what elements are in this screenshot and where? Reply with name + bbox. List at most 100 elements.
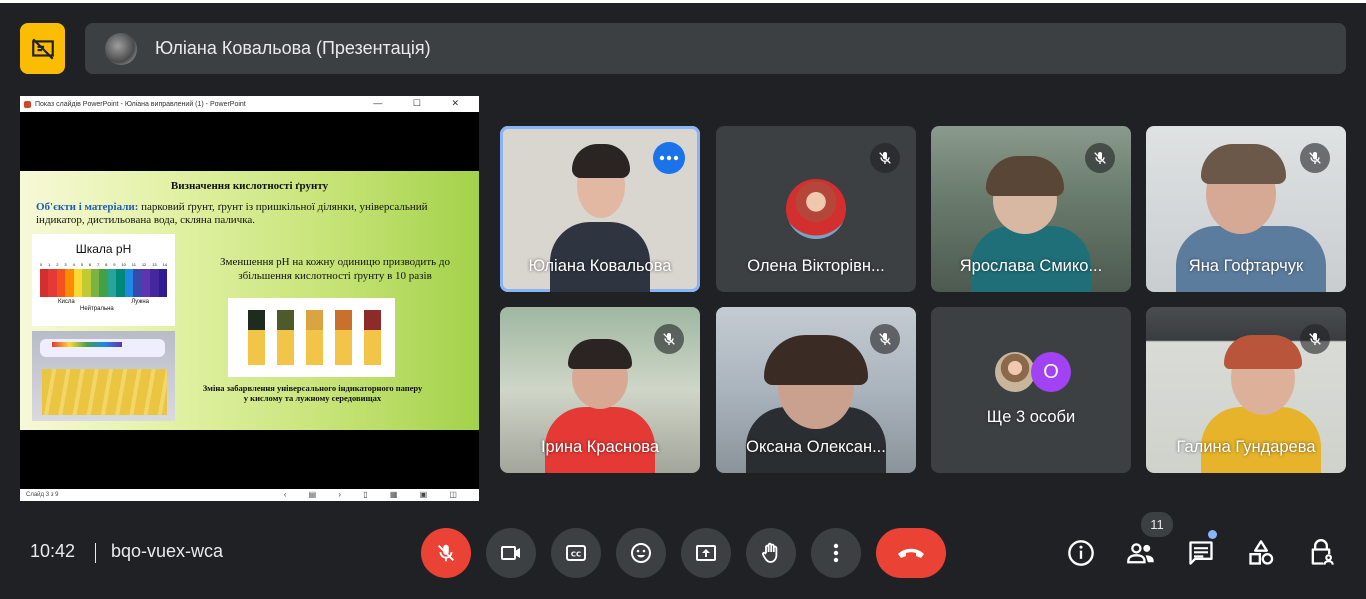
ph-number: 1	[48, 262, 51, 267]
ph-color-cell	[82, 269, 91, 297]
indicator-strip	[364, 310, 381, 365]
muted-indicator	[1300, 143, 1330, 173]
mic-off-icon	[879, 152, 891, 164]
chat-button[interactable]	[1183, 535, 1219, 571]
leave-call-button[interactable]	[876, 528, 946, 578]
ph-number: 4	[72, 262, 75, 267]
ph-color-cell	[48, 269, 57, 297]
meeting-code: bqo-vuex-wca	[111, 541, 224, 561]
meeting-details-button[interactable]	[1063, 535, 1099, 571]
ph-color-cell	[107, 269, 117, 297]
videocam-icon	[501, 546, 520, 560]
mic-off-icon	[879, 333, 891, 345]
indicator-strip	[277, 310, 294, 365]
ph-number: 0	[40, 262, 43, 267]
ph-number: 13	[152, 262, 157, 267]
more-options-button[interactable]	[653, 142, 685, 174]
paper-strips	[42, 369, 167, 415]
participant-name: Яна Гофтарчук	[1188, 257, 1304, 275]
indicator-strip	[335, 310, 352, 365]
more-options-button[interactable]	[811, 528, 861, 578]
window-controls: — ☐ ✕	[373, 98, 473, 108]
present-screen-button[interactable]	[681, 528, 731, 578]
mic-off-icon	[663, 333, 675, 345]
microphone-button[interactable]	[421, 528, 471, 578]
ph-alkaline-label: Лужна	[131, 299, 149, 305]
participant-name: Юліана Ковальова	[528, 257, 672, 275]
info-icon	[1068, 540, 1094, 566]
participant-name: Ірина Краснова	[540, 438, 660, 456]
participant-name: Ярослава Смико...	[959, 257, 1103, 275]
ph-scale-title: Шкала pH	[75, 242, 132, 256]
reactions-button[interactable]	[616, 528, 666, 578]
ph-color-cell	[150, 269, 159, 297]
hand-icon	[762, 542, 778, 563]
ph-color-cell	[73, 269, 83, 297]
svg-text:CC: CC	[571, 551, 581, 559]
presenter-label: Юліана Ковальова (Презентація)	[155, 38, 431, 58]
ph-color-cell	[40, 269, 49, 297]
participant-count-badge: 11	[1141, 512, 1173, 537]
closed-captions-icon: CC	[566, 545, 586, 561]
call-end-icon	[898, 548, 924, 558]
ph-explanation: Зменшення pH на кожну одиницю призводить…	[219, 256, 450, 282]
indicator-strips-image	[228, 298, 395, 377]
mic-off-icon	[1309, 152, 1321, 164]
activities-button[interactable]	[1243, 535, 1279, 571]
ph-color-strip	[40, 269, 168, 297]
participant-tile-olena[interactable]: Олена Вікторівн...	[716, 126, 916, 292]
participant-tile-iryna[interactable]: Ірина Краснова	[500, 307, 700, 473]
ph-number: 6	[88, 262, 92, 267]
participant-tile-halyna[interactable]: Галина Гундарева	[1146, 307, 1346, 473]
participant-name: Галина Гундарева	[1176, 438, 1316, 456]
presentation-toggle-button[interactable]	[20, 23, 65, 74]
ph-color-cell	[124, 269, 134, 297]
shapes-icon	[1249, 540, 1274, 565]
ph-number: 10	[121, 262, 126, 267]
shared-screen: Показ слайдів PowerPoint - Юліана виправ…	[20, 96, 479, 501]
muted-indicator	[1300, 324, 1330, 354]
ph-numbers: 0 1 2 3 4 5 6 7 8 9 10 11 12 13 14	[40, 262, 167, 267]
ph-color-cell	[133, 269, 142, 297]
participant-name: Оксана Олексан...	[746, 438, 886, 456]
slide-materials: Об'єкти і матеріали: парковий ґрунт, ґру…	[36, 201, 466, 227]
participant-avatar	[786, 179, 846, 239]
ph-number: 5	[80, 262, 83, 267]
window-statusbar: Слайд 3 з 9 ‹ ▤ › ▯ ▦ ▣ ◫	[20, 489, 479, 501]
participant-avatar-letter: О	[1031, 352, 1071, 392]
participant-avatar	[995, 352, 1035, 392]
meeting-time: 10:42	[30, 541, 76, 561]
divider	[95, 543, 96, 563]
ph-color-cell	[141, 269, 151, 297]
ph-number: 8	[105, 262, 108, 267]
bottle-band	[52, 342, 122, 347]
ph-color-cell	[158, 269, 168, 297]
captions-button[interactable]: CC	[551, 528, 601, 578]
participant-tile-more[interactable]: О Ще 3 особи	[931, 307, 1131, 473]
slide-caption: Зміна забарвлення універсального індикат…	[202, 383, 423, 403]
presenter-avatar	[105, 32, 137, 65]
indicator-strip	[248, 310, 265, 365]
people-button[interactable]	[1123, 535, 1159, 571]
participant-name: Олена Вікторівн...	[747, 257, 885, 275]
slide-nav-controls[interactable]: ‹ ▤ › ▯ ▦ ▣ ◫	[284, 490, 467, 499]
participant-tile-yuliana[interactable]: Юліана Ковальова	[500, 126, 700, 292]
slide-title: Визначення кислотності ґрунту	[170, 180, 329, 192]
ph-neutral-label: Нейтральна	[80, 306, 114, 312]
lock-person-icon	[1311, 539, 1334, 565]
participant-tile-yaroslava[interactable]: Ярослава Смико...	[931, 126, 1131, 292]
muted-indicator	[1085, 143, 1115, 173]
ph-color-cell	[56, 269, 66, 297]
more-horizontal-icon	[659, 155, 679, 161]
ph-color-cell	[65, 269, 74, 297]
host-controls-button[interactable]	[1303, 535, 1339, 571]
ph-color-cell	[90, 269, 100, 297]
participant-tile-oksana[interactable]: Оксана Олексан...	[716, 307, 916, 473]
top-border	[0, 0, 1366, 3]
ph-number: 3	[64, 262, 67, 267]
ph-number: 7	[96, 262, 100, 267]
raise-hand-button[interactable]	[746, 528, 796, 578]
camera-button[interactable]	[486, 528, 536, 578]
participant-tile-yana[interactable]: Яна Гофтарчук	[1146, 126, 1346, 292]
window-titlebar: Показ слайдів PowerPoint - Юліана виправ…	[20, 96, 479, 112]
